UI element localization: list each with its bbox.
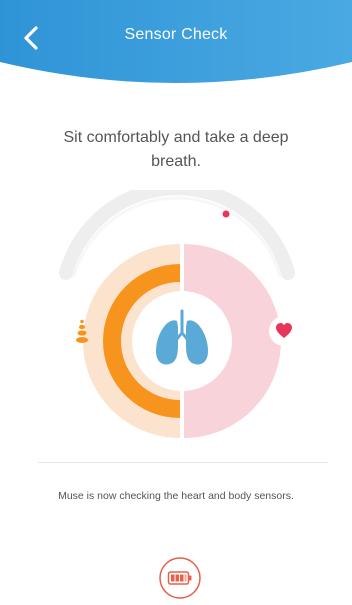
- center-circle: [132, 291, 232, 391]
- status-message: Muse is now checking the heart and body …: [58, 490, 294, 502]
- battery-icon: [159, 557, 201, 599]
- instruction-text: Sit comfortably and take a deep breath.: [63, 129, 289, 170]
- header-bar: Sensor Check: [0, 0, 352, 92]
- battery-button[interactable]: [158, 556, 202, 600]
- content-divider: [38, 462, 328, 463]
- sensor-gauge: [0, 181, 352, 450]
- progress-marker-dot: [222, 210, 230, 218]
- page-title: Sensor Check: [124, 26, 228, 43]
- header-background: [0, 0, 352, 83]
- sensor-gauge-graphic: [59, 181, 299, 438]
